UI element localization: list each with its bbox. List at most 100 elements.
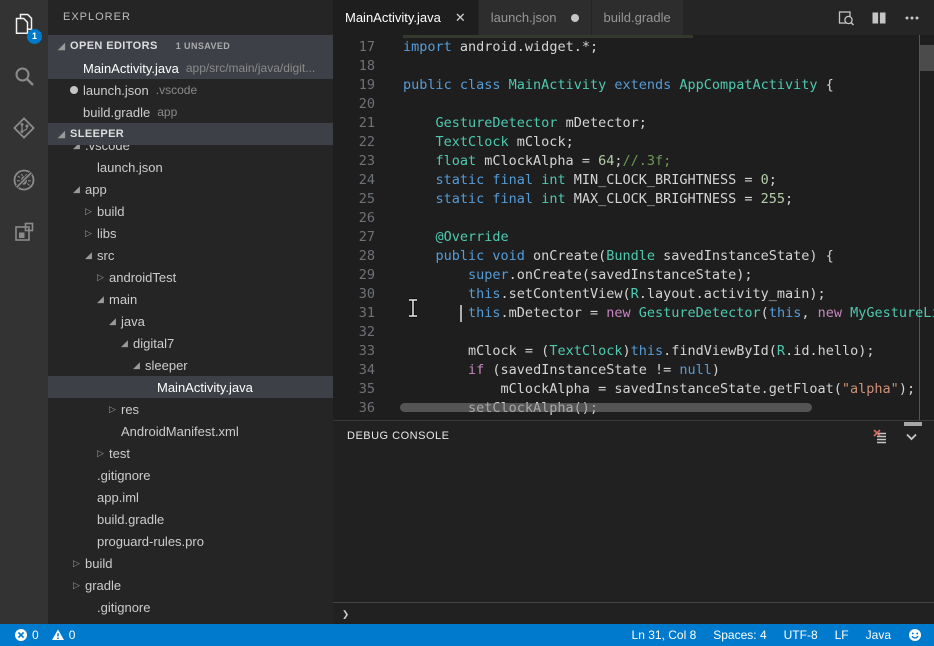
tree-item-label: proguard-rules.pro	[97, 534, 204, 549]
clear-console-icon[interactable]	[872, 428, 889, 445]
tree-item-label: sleeper	[145, 358, 188, 373]
tree-item-.gitignore[interactable]: .gitignore	[48, 596, 333, 618]
tree-item-libs[interactable]: ▷libs	[48, 222, 333, 244]
tree-item-java[interactable]: ◢java	[48, 310, 333, 332]
line-number: 25	[333, 190, 375, 209]
status-item[interactable]: Ln 31, Col 8	[632, 628, 697, 642]
activitybar-item-explorer[interactable]: 1	[0, 0, 48, 52]
tree-item-androidTest[interactable]: ▷androidTest	[48, 266, 333, 288]
project-label: SLEEPER	[70, 128, 124, 140]
chevron-collapsed-icon[interactable]: ▷	[85, 228, 97, 239]
activitybar-badge: 1	[27, 29, 42, 44]
open-editor-item[interactable]: build.gradleapp	[48, 101, 333, 123]
tree-item-label: launch.json	[97, 160, 163, 175]
tree-item-AndroidManifest.xml[interactable]: AndroidManifest.xml	[48, 420, 333, 442]
code-line-17: 17import android.widget.*;	[333, 38, 934, 57]
tree-item-launch.json[interactable]: launch.json	[48, 156, 333, 178]
mouse-ibeam-cursor	[407, 298, 419, 318]
tree-item-res[interactable]: ▷res	[48, 398, 333, 420]
panel-scrollbar[interactable]	[904, 422, 922, 426]
tree-item-proguard-rules.pro[interactable]: proguard-rules.pro	[48, 530, 333, 552]
tree-item-build.gradle[interactable]: build.gradle	[48, 508, 333, 530]
tree-item-build[interactable]: ▷build	[48, 552, 333, 574]
chevron-expanded-icon[interactable]: ◢	[121, 338, 133, 349]
project-section-header[interactable]: ◢ SLEEPER	[48, 123, 333, 145]
chevron-expanded-icon[interactable]: ◢	[85, 250, 97, 261]
line-text: float mClockAlpha = 64;//.3f;	[375, 152, 671, 171]
horizontal-scrollbar[interactable]	[400, 403, 812, 412]
problems-warnings[interactable]: 0	[47, 628, 80, 642]
tree-item-test[interactable]: ▷test	[48, 442, 333, 464]
status-item[interactable]: LF	[835, 628, 849, 642]
code-line-23: 23 float mClockAlpha = 64;//.3f;	[333, 152, 934, 171]
more-actions-icon[interactable]	[903, 9, 921, 27]
modified-dot-icon[interactable]	[571, 14, 579, 22]
chevron-expanded-icon[interactable]: ◢	[133, 360, 145, 371]
chevron-collapsed-icon[interactable]: ▷	[97, 448, 109, 459]
close-icon[interactable]: ✕	[455, 10, 466, 26]
chevron-collapsed-icon[interactable]: ▷	[109, 404, 121, 415]
chevron-collapsed-icon[interactable]: ▷	[73, 558, 85, 569]
tree-item-gradle[interactable]: ▷gradle	[48, 574, 333, 596]
chevron-collapsed-icon[interactable]: ▷	[73, 580, 85, 591]
chevron-expanded-icon[interactable]: ◢	[109, 316, 121, 327]
debug-console-panel: DEBUG CONSOLE ❯	[333, 420, 934, 624]
editor-actions	[837, 0, 934, 35]
activitybar-item-debug[interactable]	[0, 156, 48, 208]
activitybar-item-extensions[interactable]	[0, 208, 48, 260]
file-description: app/src/main/java/digit...	[186, 61, 333, 75]
problems-errors[interactable]: 0	[10, 628, 43, 642]
tree-item-.vscode[interactable]: ◢.vscode	[48, 145, 333, 156]
file-name: launch.json	[83, 83, 149, 98]
code-editor[interactable]: 17import android.widget.*;1819public cla…	[333, 35, 934, 420]
chevron-expanded-icon[interactable]: ◢	[73, 145, 85, 151]
tree-item-digital7[interactable]: ◢digital7	[48, 332, 333, 354]
chevron-expanded-icon: ◢	[58, 41, 70, 52]
sidebar-title: EXPLORER	[48, 0, 333, 35]
line-text	[375, 95, 403, 114]
tab-build.gradle[interactable]: build.gradle	[592, 0, 684, 35]
tree-item-app.iml[interactable]: app.iml	[48, 486, 333, 508]
line-text: import android.widget.*;	[375, 38, 598, 57]
code-line-19: 19public class MainActivity extends AppC…	[333, 76, 934, 95]
line-text: static final int MIN_CLOCK_BRIGHTNESS = …	[375, 171, 777, 190]
status-item[interactable]: Java	[866, 628, 891, 642]
tree-item-.gitignore[interactable]: .gitignore	[48, 464, 333, 486]
line-number: 19	[333, 76, 375, 95]
chevron-collapsed-icon[interactable]: ▷	[97, 272, 109, 283]
activitybar-item-source-control[interactable]	[0, 104, 48, 156]
line-number: 31	[333, 304, 375, 323]
open-editor-item[interactable]: MainActivity.java app/src/main/java/digit…	[48, 57, 333, 79]
line-number: 29	[333, 266, 375, 285]
tree-item-main[interactable]: ◢main	[48, 288, 333, 310]
status-item[interactable]: UTF-8	[784, 628, 818, 642]
tree-item-label: test	[109, 446, 130, 461]
debug-console-input[interactable]: ❯	[333, 602, 934, 624]
split-editor-icon[interactable]	[870, 9, 888, 27]
activitybar-item-search[interactable]	[0, 52, 48, 104]
tree-item-sleeper[interactable]: ◢sleeper	[48, 354, 333, 376]
line-text	[375, 209, 403, 228]
chevron-expanded-icon[interactable]: ◢	[73, 184, 85, 195]
chevron-expanded-icon[interactable]: ◢	[97, 294, 109, 305]
vertical-scrollbar[interactable]	[920, 45, 934, 71]
tree-item-app[interactable]: ◢app	[48, 178, 333, 200]
collapse-panel-icon[interactable]	[903, 428, 920, 445]
smiley-icon[interactable]	[908, 628, 922, 642]
tree-item-build[interactable]: ▷build	[48, 200, 333, 222]
tree-item-MainActivity.java[interactable]: MainActivity.java	[48, 376, 333, 398]
open-editor-item[interactable]: launch.json.vscode	[48, 79, 333, 101]
open-preview-icon[interactable]	[837, 9, 855, 27]
tab-MainActivity.java[interactable]: MainActivity.java✕	[333, 0, 479, 35]
open-editors-label: OPEN EDITORS	[70, 40, 158, 52]
chevron-collapsed-icon[interactable]: ▷	[85, 206, 97, 217]
tab-launch.json[interactable]: launch.json	[479, 0, 592, 35]
file-name: MainActivity.java	[83, 61, 179, 76]
open-editors-header[interactable]: ◢ OPEN EDITORS 1 UNSAVED	[48, 35, 333, 57]
code-line-21: 21 GestureDetector mDetector;	[333, 114, 934, 133]
status-item[interactable]: Spaces: 4	[713, 628, 766, 642]
warning-count: 0	[69, 628, 76, 642]
tree-item-label: app	[85, 182, 107, 197]
editor-group: MainActivity.java✕launch.jsonbuild.gradl…	[333, 0, 934, 624]
tree-item-src[interactable]: ◢src	[48, 244, 333, 266]
